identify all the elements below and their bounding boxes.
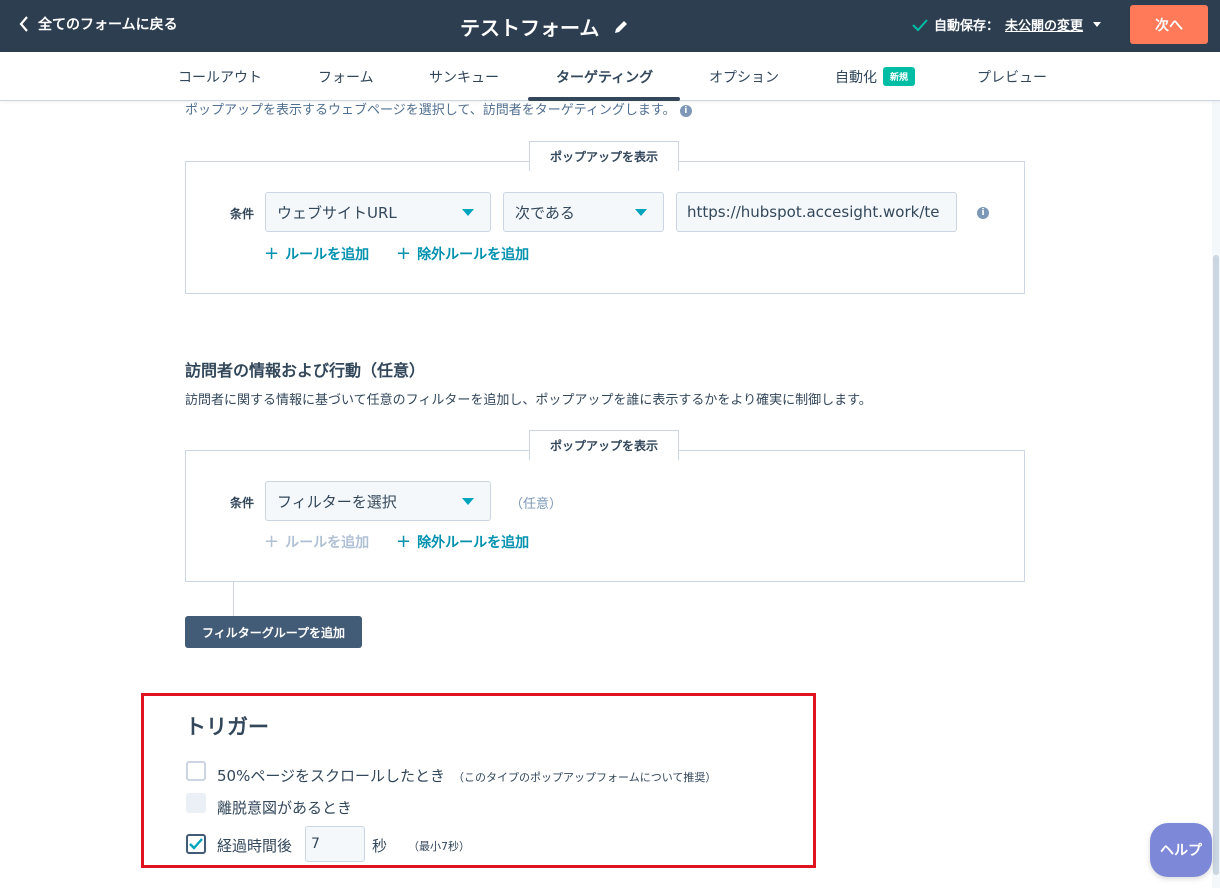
visitor-section-description: 訪問者に関する情報に基づいて任意のフィルターを追加し、ポップアップを誰に表示する…	[185, 393, 872, 408]
exit-intent-label: 離脱意図があるとき	[217, 799, 353, 817]
seconds-unit: 秒	[372, 837, 388, 855]
pencil-icon[interactable]	[613, 19, 629, 35]
condition-label: 条件	[230, 207, 255, 221]
check-icon	[912, 18, 928, 31]
add-rule-label: ルールを追加	[285, 535, 370, 551]
scroll-50-label: 50%ページをスクロールしたとき （このタイプのポップアップフォームについて推奨）	[217, 765, 716, 786]
scroll-50-label-text: 50%ページをスクロールしたとき	[217, 767, 446, 785]
tab-preview[interactable]: プレビュー	[977, 67, 1047, 87]
tab-bar: コールアウト フォーム サンキュー ターゲティング オプション 自動化 新規 プレ…	[0, 52, 1220, 101]
add-exclude-rule-label: 除外ルールを追加	[417, 247, 530, 263]
group-connector-line	[233, 582, 234, 616]
active-tab-indicator	[528, 97, 680, 101]
seconds-min-note: （最小7秒）	[408, 840, 470, 853]
plus-icon: +	[264, 531, 280, 552]
back-label: 全てのフォームに戻る	[38, 17, 178, 33]
checkmark-icon	[189, 838, 203, 850]
targeting-intro: ポップアップを表示するウェブページを選択して、訪問者をターゲティングします。 i	[185, 99, 692, 118]
tab-thank-you[interactable]: サンキュー	[429, 67, 499, 87]
dropdown-arrow-icon	[462, 498, 474, 505]
autosave-label: 自動保存：	[934, 19, 1000, 34]
back-to-forms-link[interactable]: 全てのフォームに戻る	[18, 14, 178, 34]
exit-intent-checkbox[interactable]	[186, 793, 206, 813]
help-button[interactable]: ヘルプ	[1150, 823, 1212, 877]
scroll-50-note: （このタイプのポップアップフォームについて推奨）	[453, 771, 717, 784]
plus-icon: +	[264, 243, 280, 264]
group-label: ポップアップを表示	[529, 430, 679, 460]
seconds-input[interactable]: 7	[305, 826, 365, 862]
chevron-left-icon	[19, 16, 28, 32]
visitor-section-title: 訪問者の情報および行動（任意）	[185, 361, 426, 380]
add-exclude-rule-link[interactable]: + 除外ルールを追加	[396, 532, 529, 552]
add-exclude-rule-link[interactable]: + 除外ルールを追加	[396, 244, 529, 264]
filter-select[interactable]: フィルターを選択	[265, 481, 491, 521]
plus-icon: +	[396, 531, 412, 552]
trigger-section-title: トリガー	[185, 715, 269, 739]
tab-form[interactable]: フォーム	[318, 67, 374, 87]
dropdown-arrow-icon	[635, 209, 647, 216]
new-badge: 新規	[883, 67, 916, 86]
unpublished-changes-link[interactable]: 未公開の変更	[1005, 15, 1083, 34]
top-bar: 全てのフォームに戻る テストフォーム 自動保存： 未公開の変更 次へ	[0, 0, 1220, 52]
autosave-status: 自動保存： 未公開の変更	[912, 15, 1102, 34]
tab-automation-label: 自動化	[835, 70, 877, 86]
dropdown-arrow-icon	[462, 209, 474, 216]
operator-select[interactable]: 次である	[503, 192, 664, 232]
scroll-50-checkbox[interactable]	[186, 761, 206, 781]
elapsed-time-label: 経過時間後	[217, 837, 293, 855]
tab-automation[interactable]: 自動化 新規	[835, 67, 916, 87]
url-input[interactable]: https://hubspot.accesight.work/te	[676, 192, 957, 232]
add-filter-group-button[interactable]: フィルターグループを追加	[185, 616, 362, 648]
optional-label: （任意）	[510, 497, 563, 512]
form-title[interactable]: テストフォーム	[460, 12, 599, 41]
field-select[interactable]: ウェブサイトURL	[265, 192, 491, 232]
group-label: ポップアップを表示	[529, 141, 679, 171]
tab-callout[interactable]: コールアウト	[178, 67, 262, 87]
tab-options[interactable]: オプション	[709, 67, 779, 87]
info-icon[interactable]: i	[977, 207, 989, 219]
condition-label: 条件	[230, 496, 255, 510]
next-button[interactable]: 次へ	[1130, 5, 1208, 44]
plus-icon: +	[396, 243, 412, 264]
targeting-intro-text: ポップアップを表示するウェブページを選択して、訪問者をターゲティングします。	[185, 103, 676, 118]
elapsed-time-checkbox[interactable]	[186, 834, 206, 854]
field-select-value: ウェブサイトURL	[277, 203, 397, 222]
scrollbar-thumb[interactable]	[1213, 255, 1219, 875]
caret-down-icon[interactable]	[1093, 22, 1102, 27]
add-rule-label: ルールを追加	[285, 247, 370, 263]
operator-select-value: 次である	[515, 203, 575, 222]
tab-targeting[interactable]: ターゲティング	[556, 67, 653, 87]
add-rule-link[interactable]: + ルールを追加	[264, 244, 369, 264]
add-exclude-rule-label: 除外ルールを追加	[417, 535, 530, 551]
filter-select-value: フィルターを選択	[277, 492, 397, 511]
add-rule-link: + ルールを追加	[264, 532, 369, 552]
info-icon[interactable]: i	[679, 104, 692, 117]
